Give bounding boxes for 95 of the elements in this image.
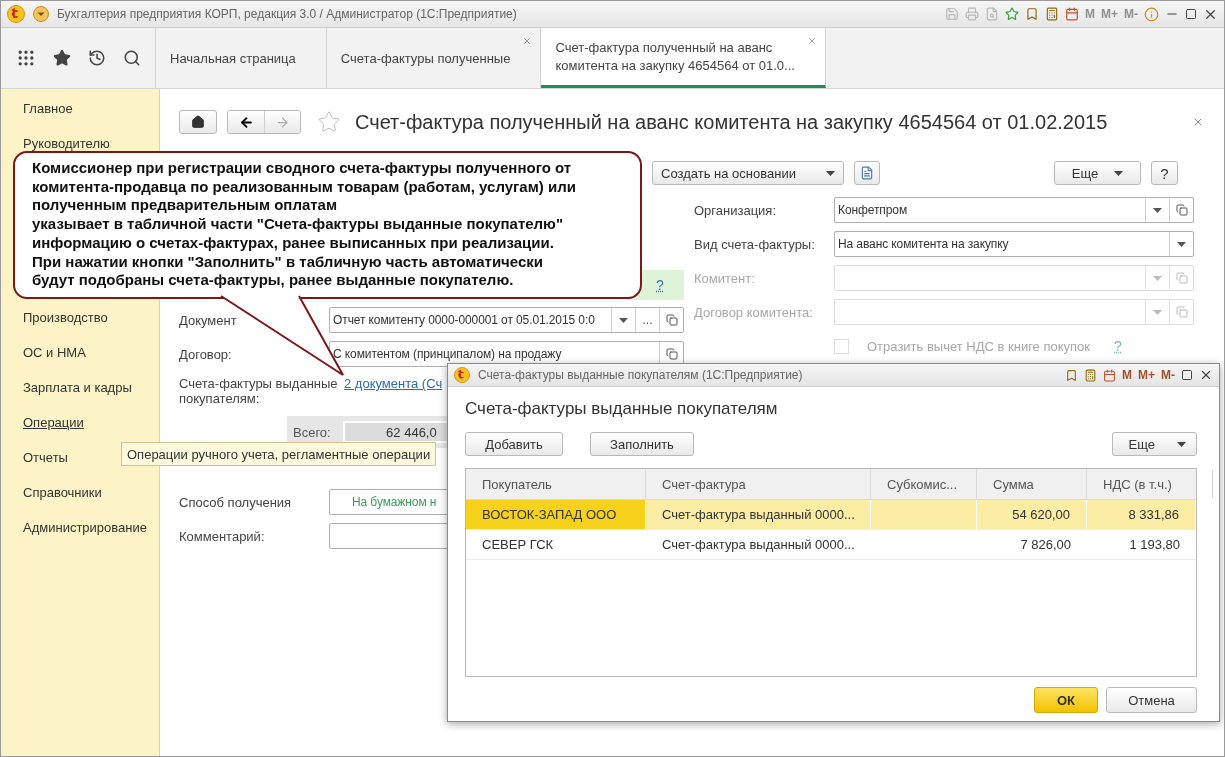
field-label: Счета-фактуры выданные покупателям: bbox=[179, 376, 339, 406]
calendar-icon[interactable] bbox=[1065, 7, 1079, 21]
sidebar-item[interactable]: Главное bbox=[23, 100, 73, 117]
document-icon bbox=[860, 166, 874, 180]
field-label: Договор: bbox=[179, 346, 233, 362]
logo-icon bbox=[454, 367, 470, 383]
menu-button[interactable] bbox=[33, 6, 49, 22]
select-button[interactable]: ... bbox=[635, 308, 659, 332]
caret-icon bbox=[1153, 275, 1162, 281]
sidebar-item[interactable]: Справочники bbox=[23, 484, 102, 501]
maximize-icon[interactable] bbox=[1181, 369, 1193, 381]
forward-icon bbox=[275, 114, 290, 130]
history-icon[interactable] bbox=[87, 49, 106, 67]
tab[interactable]: Счет-фактура полученный на аванс комитента на закупку 4654564 от 01.0... bbox=[541, 28, 827, 88]
checkbox-label: Отразить вычет НДС в книге покупок bbox=[867, 338, 1091, 354]
help-link[interactable]: ? bbox=[656, 277, 664, 293]
maximize-icon[interactable] bbox=[1185, 8, 1197, 20]
input-field[interactable]: Конфетпром bbox=[834, 197, 1194, 223]
search-icon[interactable] bbox=[122, 49, 141, 67]
star-icon[interactable] bbox=[317, 110, 341, 134]
table-row[interactable]: ВОСТОК-ЗАПАД ООО Счет-фактура выданный 0000... 54 620,00 8 331,86 bbox=[466, 500, 1196, 530]
tooltip: Операции ручного учета, регламентные операции bbox=[121, 442, 437, 466]
caret-icon bbox=[1177, 441, 1186, 447]
input-field[interactable]: Отчет комитенту 0000-000001 от 05.01.2015 0:0 ... bbox=[329, 307, 684, 333]
ok-button[interactable]: ОК bbox=[1034, 687, 1098, 713]
more-button[interactable]: Еще bbox=[1111, 432, 1197, 456]
column-header[interactable]: НДС (в т.ч.) bbox=[1087, 469, 1213, 499]
table-cell: 8 331,86 bbox=[1087, 500, 1196, 529]
open-icon bbox=[665, 348, 678, 360]
close-icon[interactable] bbox=[1199, 368, 1213, 382]
calculator-icon[interactable] bbox=[1045, 7, 1059, 21]
home-icon bbox=[191, 115, 205, 129]
field-label: Вид счета-фактуры: bbox=[694, 236, 816, 252]
sidebar-item[interactable]: ОС и НМА bbox=[23, 344, 86, 361]
logo-icon bbox=[7, 5, 25, 23]
open-icon bbox=[1175, 306, 1188, 318]
column-header[interactable]: Покупатель bbox=[466, 469, 646, 499]
input-field[interactable]: На аванс комитента на закупку bbox=[834, 231, 1194, 257]
menu-icon bbox=[33, 6, 49, 22]
sidebar-item[interactable]: Руководителю bbox=[23, 135, 110, 152]
open-icon bbox=[1175, 204, 1188, 216]
bookmark-icon[interactable] bbox=[1025, 7, 1039, 21]
field-label: Документ bbox=[179, 312, 238, 328]
sidebar-item[interactable]: Администрирование bbox=[23, 519, 147, 536]
dialog-heading: Счета-фактуры выданные покупателям bbox=[465, 399, 779, 419]
toolbar-button[interactable]: Добавить bbox=[465, 432, 563, 456]
sidebar-item[interactable]: Производство bbox=[23, 309, 108, 326]
documents-link[interactable]: 2 документа (Сч bbox=[344, 376, 443, 391]
sidebar-item[interactable]: Операции bbox=[23, 414, 84, 431]
back-icon bbox=[238, 114, 254, 130]
field-label: Организация: bbox=[694, 202, 778, 218]
window-title: Бухгалтерия предприятия КОРП, редакция 3.0 / Администратор (1С:Предприятие) bbox=[57, 7, 517, 21]
document-title: Счет-фактура полученный на аванс комитента на закупку 4654564 от 01.02.2015 bbox=[355, 110, 1108, 134]
report-button[interactable] bbox=[854, 161, 880, 185]
sidebar-item[interactable]: Отчеты bbox=[23, 449, 68, 466]
bookmark-icon[interactable] bbox=[1065, 368, 1078, 382]
memory-button[interactable]: M+ bbox=[1138, 368, 1155, 382]
calculator-icon[interactable] bbox=[1084, 368, 1097, 382]
total-label: Всего: bbox=[293, 424, 331, 440]
caret-icon bbox=[1153, 207, 1162, 213]
memory-button[interactable]: M bbox=[1122, 368, 1132, 382]
table-cell: 54 620,00 bbox=[977, 500, 1087, 529]
info-icon[interactable] bbox=[1144, 6, 1159, 22]
tab[interactable]: Начальная страница bbox=[156, 28, 327, 88]
back-button[interactable] bbox=[228, 111, 264, 133]
star-icon[interactable] bbox=[1005, 7, 1019, 21]
home-button[interactable] bbox=[179, 110, 217, 134]
caret-icon bbox=[1114, 170, 1124, 176]
table-cell: Счет-фактура выданный 0000... bbox=[646, 500, 871, 529]
memory-button[interactable]: M- bbox=[1161, 368, 1175, 382]
field-label: Договор комитента: bbox=[694, 304, 814, 320]
star-icon[interactable] bbox=[52, 49, 71, 67]
callout-text: Комиссионер при регистрации сводного счета-фактуры полученного от комитента-продавца по реализованным товарам (работам, услугам) или полученным предварительным оплатам указывает в табличной части "Счета-фактуры выданные покупателю" информацию о счетах-фактурах, ранее выписанных при реализации. При нажатии кнопки "Заполнить" в табличную часть автоматически будут подобраны счета-фактуры, ранее выданные покупателю. bbox=[32, 159, 577, 290]
more-button[interactable]: Еще bbox=[1054, 161, 1141, 185]
field-label: Способ получения bbox=[179, 494, 293, 510]
help-button[interactable]: ? bbox=[1151, 161, 1178, 185]
field-label: Комментарий: bbox=[179, 528, 266, 544]
caret-icon bbox=[619, 317, 628, 323]
field-label: Комитент: bbox=[694, 270, 756, 286]
open-icon bbox=[1175, 272, 1188, 284]
column-header[interactable]: Субкомис... bbox=[871, 469, 977, 499]
table-cell: ВОСТОК-ЗАПАД ООО bbox=[466, 500, 646, 529]
dialog-title: Счета-фактуры выданные покупателям (1С:Предприятие) bbox=[478, 368, 803, 382]
caret-icon bbox=[1177, 241, 1186, 247]
caret-icon bbox=[825, 170, 835, 176]
column-header[interactable]: Сумма bbox=[977, 469, 1087, 499]
column-header[interactable]: Счет-фактура bbox=[646, 469, 871, 499]
open-icon bbox=[665, 314, 678, 326]
table-row[interactable]: СЕВЕР ГСК Счет-фактура выданный 0000... 7 826,00 1 193,80 bbox=[466, 530, 1196, 560]
toolbar-button[interactable]: Заполнить bbox=[590, 432, 694, 456]
sidebar-item[interactable]: Зарплата и кадры bbox=[23, 379, 132, 396]
cancel-button[interactable]: Отмена bbox=[1106, 687, 1197, 713]
caret-icon bbox=[1153, 309, 1162, 315]
calendar-icon[interactable] bbox=[1103, 368, 1116, 382]
create-based-on-button[interactable]: Создать на основании bbox=[652, 161, 844, 185]
